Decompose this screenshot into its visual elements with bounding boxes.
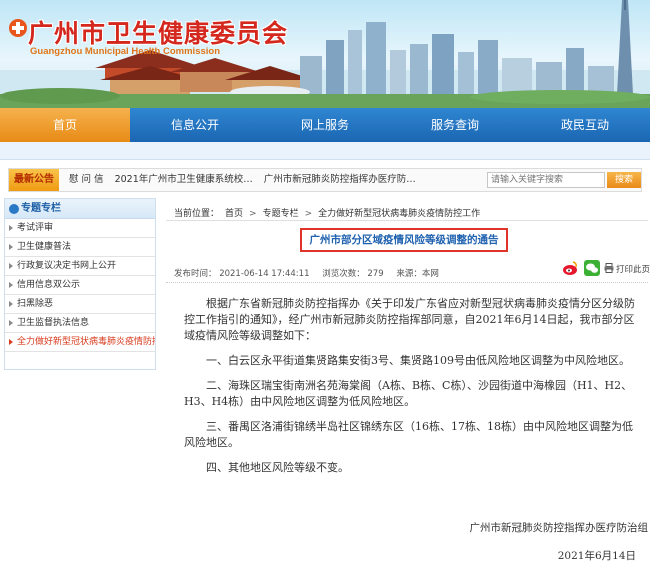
notice-item[interactable]: 慰 问 信 xyxy=(69,174,104,185)
sidebar-item-label: 卫生监督执法信息 xyxy=(17,318,90,328)
breadcrumb-separator: > xyxy=(304,209,313,219)
print-icon[interactable] xyxy=(604,263,614,273)
sidebar-item-credit-info[interactable]: 信用信息双公示 xyxy=(5,276,155,295)
site-title: 广州市卫生健康委员会 xyxy=(28,19,289,48)
breadcrumb: 当前位置： 首页 > 专题专栏 > 全力做好新型冠状病毒肺炎疫情防控工作 xyxy=(174,206,486,219)
sidebar-item-anti-crime[interactable]: 扫黑除恶 xyxy=(5,295,155,314)
search-input[interactable] xyxy=(487,172,605,188)
notice-ticker: 慰 问 信 2021年广州市卫生健康系统校… 广州市新冠肺炎防控指挥办医疗防… xyxy=(69,169,479,191)
nav-item-info-disclosure[interactable]: 信息公开 xyxy=(130,108,260,142)
publish-time: 发布时间： 2021-06-14 17:44:11 xyxy=(174,269,310,279)
sidebar-item-label: 考试评审 xyxy=(17,223,54,233)
divider xyxy=(166,220,648,221)
article-paragraph: 四、其他地区风险等级不变。 xyxy=(206,461,349,474)
article-title: 广州市部分区域疫情风险等级调整的通告 xyxy=(300,228,508,252)
view-count: 浏览次数： 279 xyxy=(322,269,384,279)
arrow-right-icon xyxy=(9,281,13,288)
wechat-share-icon[interactable] xyxy=(584,260,600,276)
sidebar-item-label: 扫黑除恶 xyxy=(17,299,54,309)
signature-org: 广州市新冠肺炎防控指挥办医疗防治组 xyxy=(469,522,649,534)
nav-item-interaction[interactable]: 政民互动 xyxy=(520,108,650,142)
arrow-right-icon xyxy=(9,243,13,250)
site-subtitle: Guangzhou Municipal Health Commission xyxy=(30,46,221,57)
notice-item[interactable]: 2021年广州市卫生健康系统校… xyxy=(115,174,253,185)
article-paragraph: 三、番禺区洛浦街锦绣半岛社区锦绣东区（16栋、17栋、18栋）由中风险地区调整为… xyxy=(184,420,633,449)
sidebar-title: 专题专栏 xyxy=(21,203,61,214)
nav-item-service-query[interactable]: 服务查询 xyxy=(390,108,520,142)
nav-item-home[interactable]: 首页 xyxy=(0,108,130,142)
breadcrumb-item-topics[interactable]: 专题专栏 xyxy=(263,209,299,219)
notice-item[interactable]: 广州市新冠肺炎防控指挥办医疗防… xyxy=(264,174,416,185)
signature-date: 2021年6月14日 xyxy=(557,550,636,562)
article-paragraph: 二、海珠区瑞宝街南洲名苑海棠阁（A栋、B栋、C栋）、沙园街道中海橡园（H1、H2… xyxy=(184,379,633,408)
article-body: 根据广东省新冠肺炎防控指挥办《关于印发广东省应对新型冠状病毒肺炎疫情分区分级防控… xyxy=(184,296,636,485)
article-meta: 发布时间： 2021-06-14 17:44:11 浏览次数： 279 来源：本… xyxy=(174,267,449,279)
breadcrumb-separator: > xyxy=(249,209,257,219)
divider xyxy=(166,282,648,283)
nav-substrip xyxy=(0,142,650,160)
sidebar-item-law-education[interactable]: 卫生健康普法 xyxy=(5,238,155,257)
breadcrumb-item-current[interactable]: 全力做好新型冠状病毒肺炎疫情防控工作 xyxy=(318,209,480,219)
health-commission-logo-icon xyxy=(9,19,27,37)
sidebar-header-icon xyxy=(9,204,19,214)
share-tools: 打印此页 xyxy=(562,260,650,278)
sidebar-item-supervision[interactable]: 卫生监督执法信息 xyxy=(5,314,155,333)
article-paragraph: 一、白云区永平街道集贤路集安街3号、集贤路109号由低风险地区调整为中风险地区。 xyxy=(206,354,630,367)
sidebar-item-exam-review[interactable]: 考试评审 xyxy=(5,219,155,238)
sidebar-item-label: 行政复议决定书网上公开 xyxy=(17,261,117,271)
arrow-right-icon xyxy=(9,262,13,269)
sidebar-item-label: 卫生健康普法 xyxy=(17,242,72,252)
breadcrumb-prefix: 当前位置： xyxy=(174,209,220,219)
sidebar-item-admin-review[interactable]: 行政复议决定书网上公开 xyxy=(5,257,155,276)
notice-bar: 最新公告 慰 问 信 2021年广州市卫生健康系统校… 广州市新冠肺炎防控指挥办… xyxy=(8,168,642,192)
breadcrumb-item-home[interactable]: 首页 xyxy=(225,209,243,219)
sidebar-item-label: 信用信息双公示 xyxy=(17,280,81,290)
arrow-right-icon xyxy=(9,224,13,231)
header-banner: 广州市卫生健康委员会 Guangzhou Municipal Health Co… xyxy=(0,0,650,108)
source: 来源：本网 xyxy=(396,269,439,279)
article-paragraph: 根据广东省新冠肺炎防控指挥办《关于印发广东省应对新型冠状病毒肺炎疫情分区分级防控… xyxy=(184,297,635,342)
sidebar: 专题专栏 考试评审 卫生健康普法 行政复议决定书网上公开 信用信息双公示 扫黑除… xyxy=(4,198,156,370)
sidebar-item-label: 全力做好新型冠状病毒肺炎疫情防控工作 xyxy=(17,337,155,347)
arrow-right-icon xyxy=(9,300,13,307)
main-content: 当前位置： 首页 > 专题专栏 > 全力做好新型冠状病毒肺炎疫情防控工作 广州市部分区域疫… xyxy=(166,198,650,568)
search-button[interactable]: 搜索 xyxy=(607,172,641,188)
sidebar-item-covid-control[interactable]: 全力做好新型冠状病毒肺炎疫情防控工作 xyxy=(5,333,155,352)
nav-item-online-service[interactable]: 网上服务 xyxy=(260,108,390,142)
print-page-link[interactable]: 打印此页 xyxy=(616,263,650,275)
sidebar-header: 专题专栏 xyxy=(5,199,155,219)
notice-badge: 最新公告 xyxy=(9,169,59,191)
arrow-right-icon xyxy=(9,319,13,326)
weibo-share-icon[interactable] xyxy=(562,260,578,276)
main-nav: 首页 信息公开 网上服务 服务查询 政民互动 xyxy=(0,108,650,142)
arrow-right-icon xyxy=(9,338,13,345)
